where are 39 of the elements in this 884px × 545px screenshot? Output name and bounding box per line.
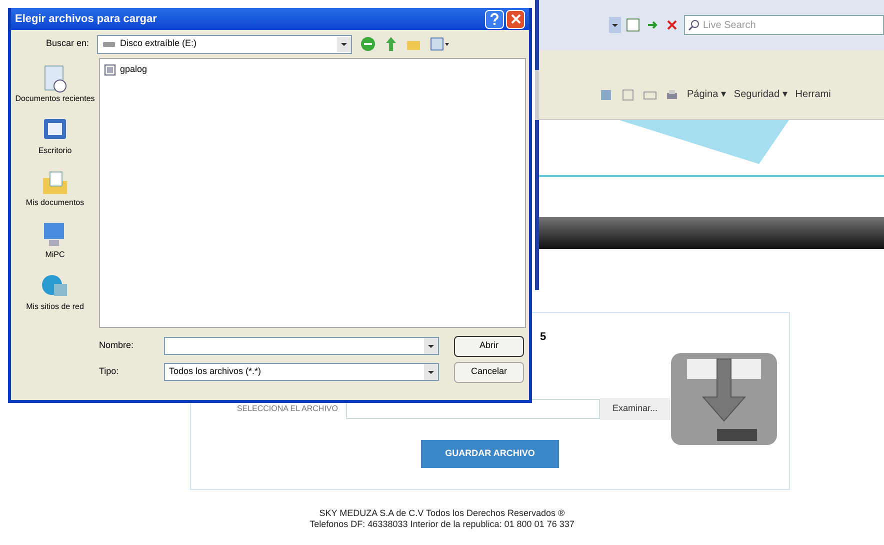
menu-button[interactable]: Página ▾ bbox=[687, 87, 726, 102]
question-mark-icon bbox=[490, 13, 499, 25]
search-icon bbox=[688, 19, 700, 31]
menu-button[interactable]: Seguridad ▾ bbox=[734, 87, 788, 102]
menu-button[interactable]: Herrami bbox=[795, 87, 831, 102]
dropdown-arrow-icon[interactable] bbox=[609, 17, 621, 33]
places-bar-item[interactable]: Mis documentos bbox=[13, 168, 97, 208]
footer-text: SKY MEDUZA S.A de C.V Todos los Derechos Reservados ® bbox=[319, 508, 565, 519]
home-icon[interactable] bbox=[599, 88, 613, 102]
file-type-label: Tipo: bbox=[99, 365, 120, 378]
up-folder-icon[interactable] bbox=[384, 36, 398, 52]
file-type-dropdown[interactable]: Todos los archivos (*.*) bbox=[164, 363, 439, 381]
places-bar-item[interactable]: MiPC bbox=[13, 220, 97, 260]
text-file-icon bbox=[104, 64, 116, 76]
look-in-dropdown[interactable]: Disco extraíble (E:) bbox=[97, 34, 352, 54]
file-name-field[interactable] bbox=[164, 337, 439, 355]
view-menu-icon[interactable] bbox=[430, 37, 450, 51]
footer-text: Telefonos DF: 46338033 Interior de la republica: 01 800 01 76 337 bbox=[310, 519, 574, 530]
cancel-button[interactable]: Cancelar bbox=[454, 362, 524, 382]
field-label: SELECCIONA EL ARCHIVO bbox=[236, 403, 339, 415]
drive-icon bbox=[102, 40, 116, 48]
file-item[interactable]: gpalog bbox=[104, 63, 521, 76]
places-bar-item[interactable]: Mis sitios de red bbox=[13, 272, 97, 312]
close-button[interactable] bbox=[506, 10, 525, 28]
places-bar-item[interactable]: Documentos recientes bbox=[13, 64, 97, 104]
close-icon bbox=[510, 14, 520, 24]
look-in-label: Buscar en: bbox=[44, 37, 89, 50]
search-field[interactable]: Live Search bbox=[684, 15, 884, 35]
open-button[interactable]: Abrir bbox=[454, 336, 524, 356]
browse-button[interactable]: Examinar... bbox=[600, 398, 670, 420]
help-button[interactable] bbox=[485, 10, 504, 28]
file-name-label: Nombre: bbox=[99, 339, 135, 352]
feed-icon[interactable] bbox=[621, 88, 635, 102]
dialog-title: Elegir archivos para cargar bbox=[15, 12, 157, 27]
save-file-button[interactable]: GUARDAR ARCHIVO bbox=[421, 440, 559, 468]
places-bar-item[interactable]: Escritorio bbox=[13, 116, 97, 156]
panel-title: 5 bbox=[540, 330, 546, 338]
print-icon[interactable] bbox=[665, 88, 679, 102]
compatibility-icon[interactable] bbox=[624, 17, 641, 33]
